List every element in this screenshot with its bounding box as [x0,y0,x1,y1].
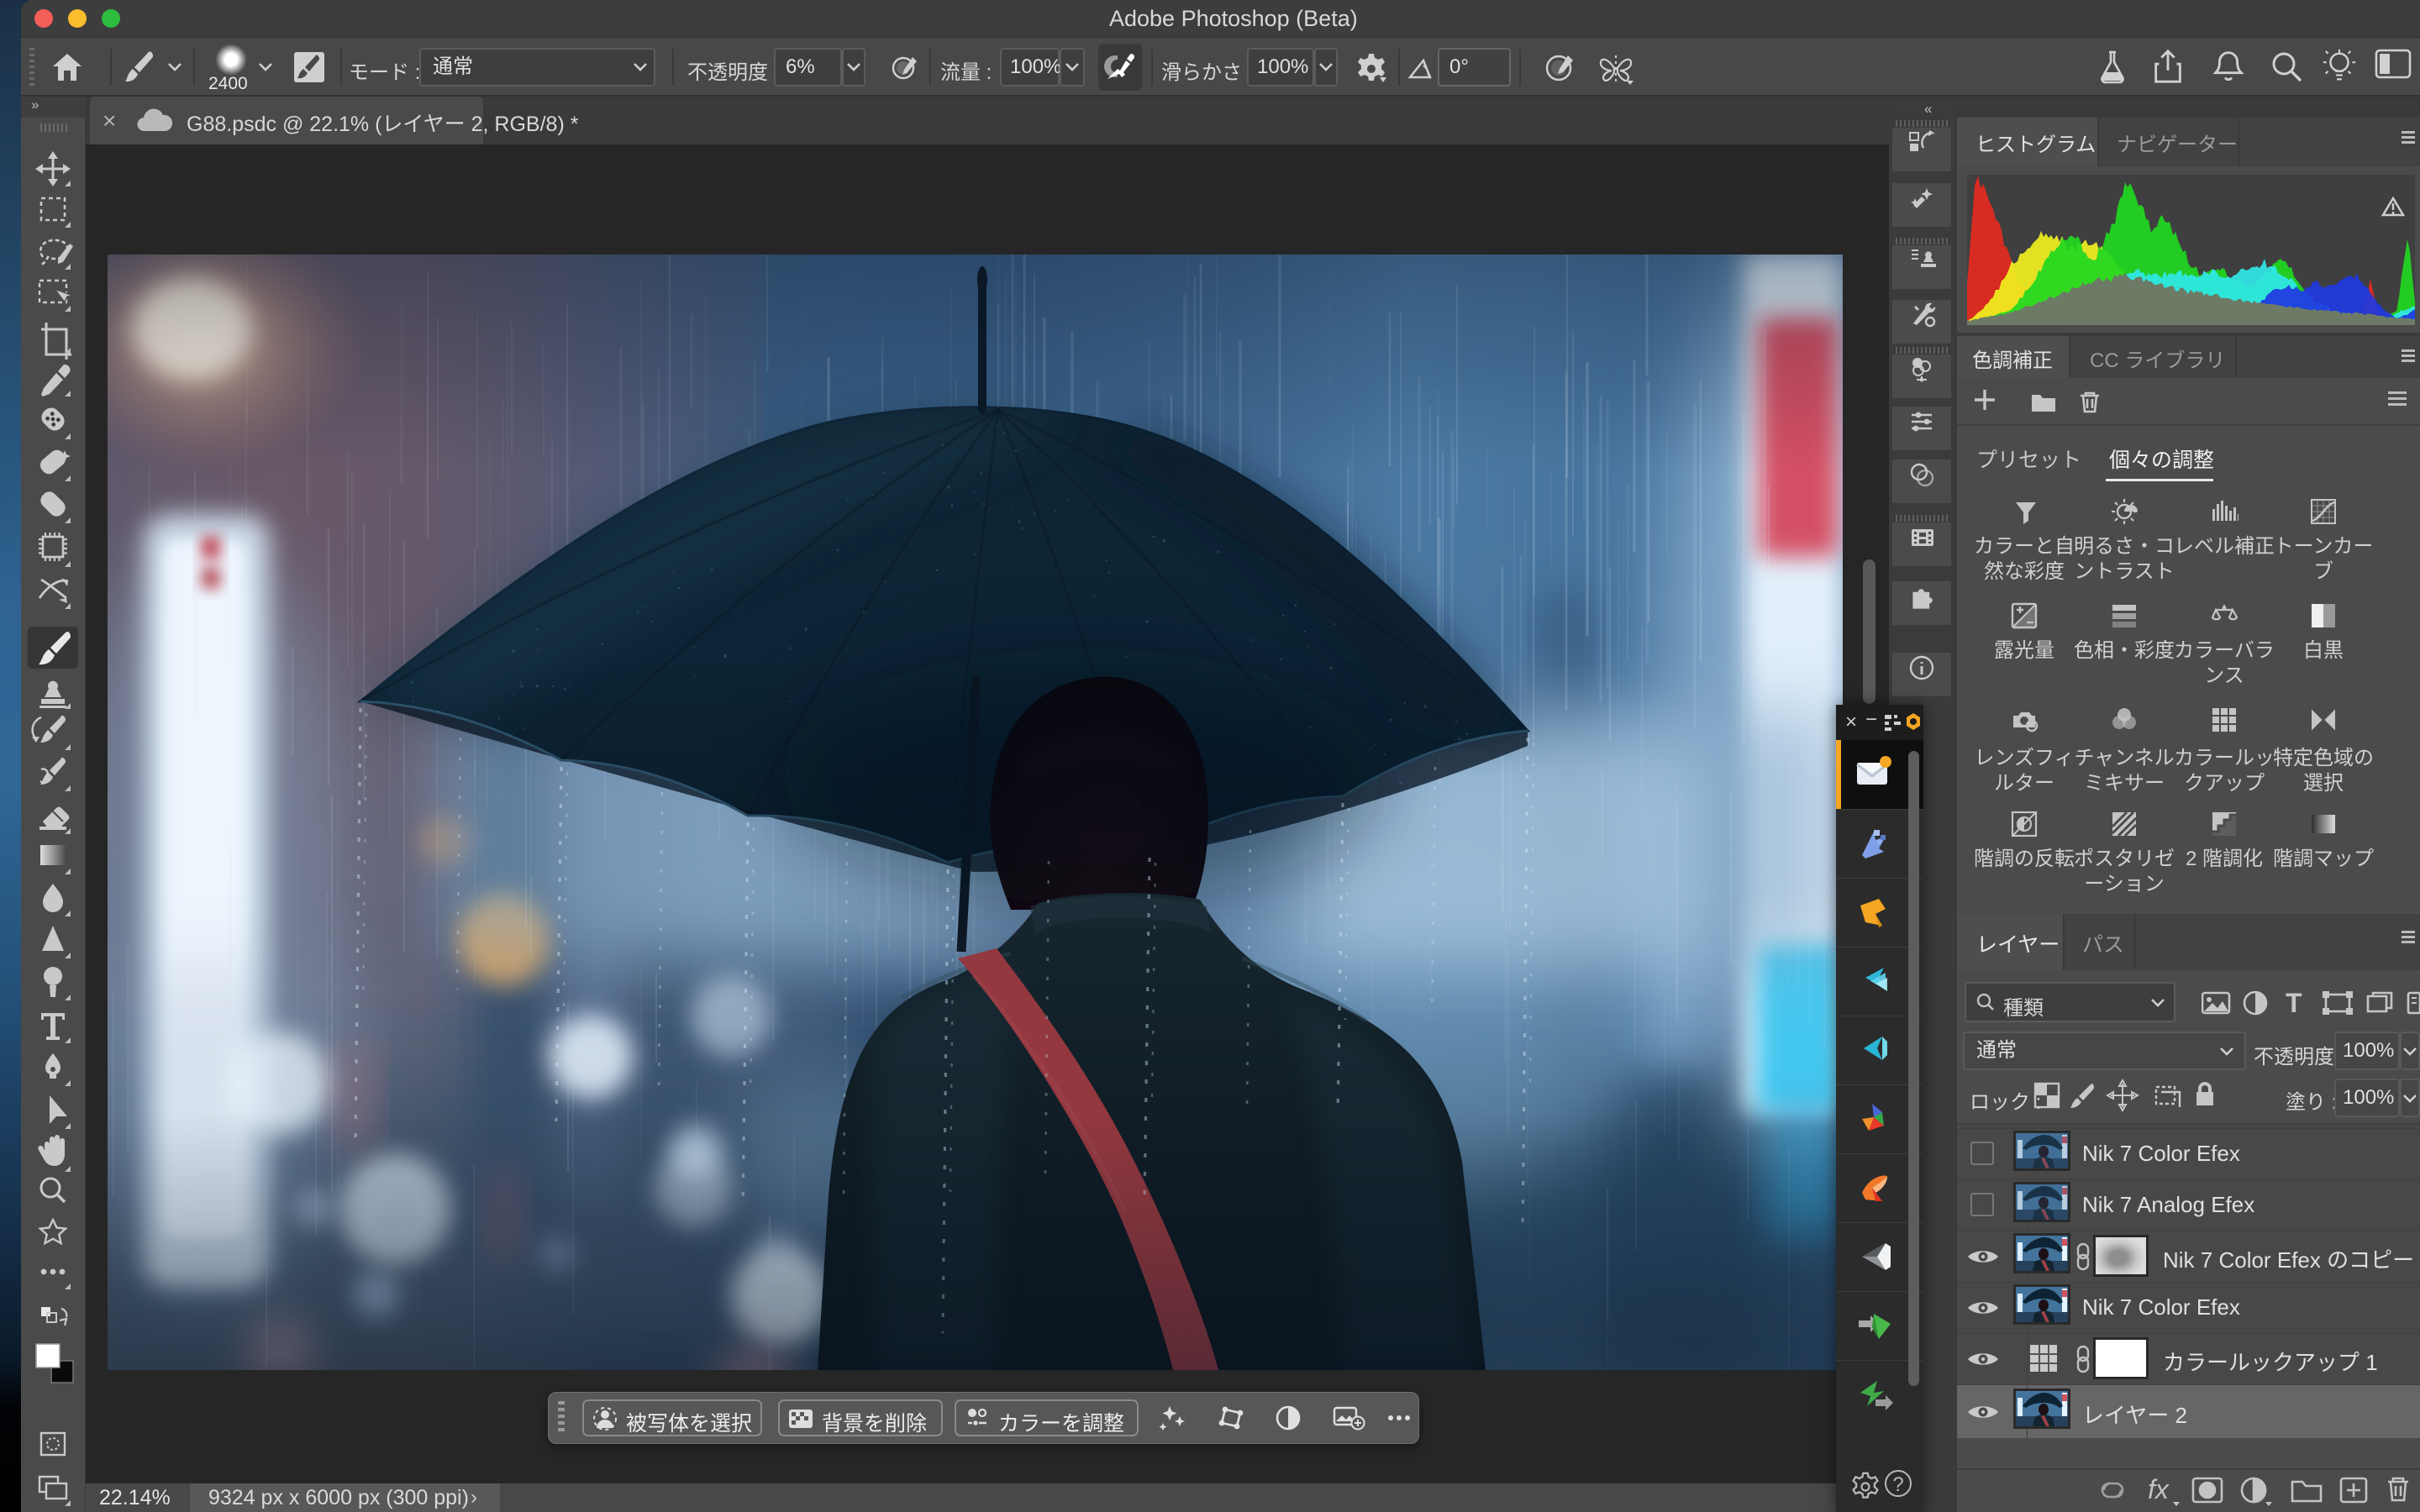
svg-text:T: T [2286,988,2302,1018]
svg-text:fx: fx [2148,1474,2170,1504]
